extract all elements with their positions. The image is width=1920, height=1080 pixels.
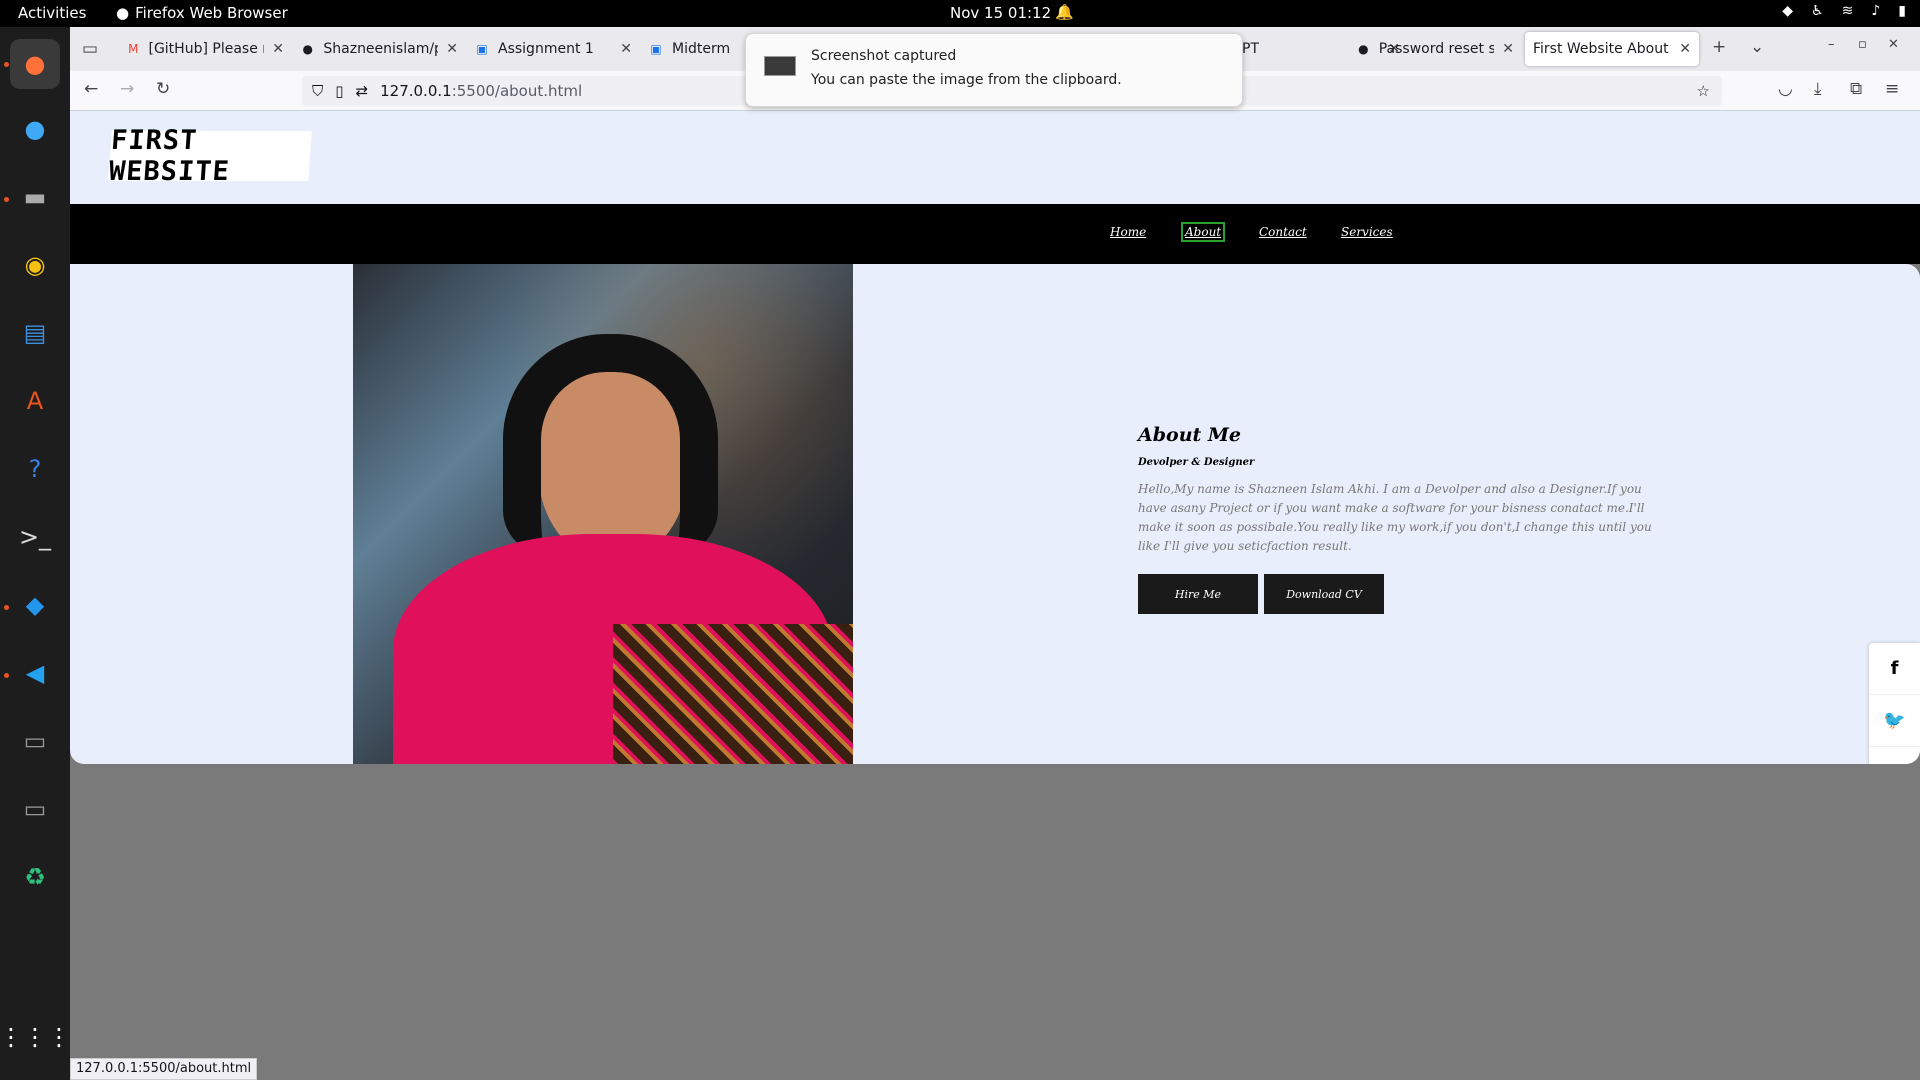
show-apps-icon[interactable]: ⋮⋮⋮: [0, 1012, 71, 1062]
classroom-icon: ▣: [476, 42, 488, 56]
nav-link-services[interactable]: Services: [1341, 225, 1393, 239]
close-icon[interactable]: ✕: [620, 41, 632, 57]
accessibility-icon[interactable]: ♿: [1811, 3, 1824, 19]
cta-buttons: Hire Me Download CV: [1138, 574, 1658, 614]
about-subheading: Devolper & Designer: [1138, 457, 1255, 468]
running-indicator: [4, 673, 9, 678]
tab-github-mail[interactable]: M [GitHub] Please re ✕: [118, 32, 292, 66]
github-icon: ●: [302, 42, 313, 56]
site-navigation: Home About Contact Services: [70, 204, 1920, 264]
window-close-icon[interactable]: ✕: [1888, 37, 1899, 52]
pocket-icon[interactable]: ◡: [1778, 79, 1793, 99]
about-heading: About Me: [1138, 424, 1242, 446]
activities-button[interactable]: Activities: [18, 4, 86, 22]
docker-tray-icon[interactable]: ◆: [1782, 3, 1793, 19]
system-tray[interactable]: ◆ ♿ ≋ ♪ ▮: [1782, 3, 1906, 19]
about-text: Hello,My name is Shazneen Islam Akhi. I …: [1138, 482, 1652, 553]
gmail-icon: M: [128, 42, 139, 56]
site-logo[interactable]: FIRST WEBSITE: [108, 125, 312, 187]
chevron-down-icon[interactable]: ⌄: [1750, 37, 1764, 57]
clock[interactable]: Nov 15 01:12: [950, 4, 1051, 22]
extensions-icon[interactable]: ⧉: [1850, 79, 1862, 99]
screenshot-notification[interactable]: Screenshot captured You can paste the im…: [745, 33, 1243, 107]
social-sidebar: f 🐦 ◎ ▶: [1869, 643, 1920, 764]
download-cv-button[interactable]: Download CV: [1264, 574, 1384, 614]
tab-midterm[interactable]: ▣ Midterm: [640, 32, 760, 66]
writer-icon[interactable]: ▤: [10, 308, 60, 358]
instagram-icon[interactable]: ◎: [1869, 747, 1920, 764]
app-center-icon[interactable]: A: [10, 376, 60, 426]
close-icon[interactable]: ✕: [272, 41, 284, 57]
battery-icon[interactable]: ▮: [1898, 3, 1906, 19]
screenshot-thumbnail: [764, 56, 796, 76]
url-path: :5500/about.html: [451, 82, 583, 100]
notification-bell-icon: 🔔: [1055, 3, 1074, 21]
running-indicator: [4, 62, 9, 67]
page-icon: ▯: [335, 82, 344, 100]
site-header: FIRST WEBSITE: [70, 111, 1920, 204]
rhythmbox-icon[interactable]: ◉: [10, 240, 60, 290]
files-icon[interactable]: ▬: [10, 172, 60, 222]
system-top-bar: Activities ● Firefox Web Browser Nov 15 …: [0, 0, 1920, 27]
tab-password-reset[interactable]: ● Password reset se ✕: [1348, 32, 1522, 66]
app-menu[interactable]: ● Firefox Web Browser: [116, 4, 288, 22]
about-section: About Me Devolper & Designer Hello,My na…: [70, 264, 1920, 764]
downloads-icon[interactable]: ⤓: [1814, 79, 1822, 99]
tab-list-icon[interactable]: ▭: [82, 39, 98, 59]
tab-assignment[interactable]: ▣ Assignment 1 ✕: [466, 32, 640, 66]
link-status-bar: 127.0.0.1:5500/about.html: [70, 1058, 258, 1080]
app-name: Firefox Web Browser: [135, 4, 288, 22]
close-icon[interactable]: ✕: [1502, 41, 1514, 57]
forward-icon[interactable]: →: [120, 79, 134, 99]
close-icon[interactable]: ✕: [1679, 41, 1691, 57]
shield-icon[interactable]: ⛉: [312, 82, 323, 100]
running-indicator: [4, 605, 9, 610]
facebook-icon[interactable]: f: [1869, 643, 1920, 695]
firefox-dock-icon[interactable]: ●: [10, 39, 60, 89]
notification-title: Screenshot captured: [811, 48, 957, 64]
tab-first-website-about[interactable]: First Website About ✕: [1525, 32, 1699, 66]
docker-icon[interactable]: ◆: [10, 580, 60, 630]
vscode-icon[interactable]: ◀: [10, 648, 60, 698]
web-page: FIRST WEBSITE Home About Contact Service…: [70, 111, 1920, 1080]
thunderbird-icon[interactable]: ●: [10, 104, 60, 154]
minimize-icon[interactable]: –: [1828, 37, 1835, 52]
about-content: About Me Devolper & Designer Hello,My na…: [1138, 424, 1658, 614]
nav-link-home[interactable]: Home: [1110, 225, 1146, 239]
nav-link-about[interactable]: About: [1181, 222, 1226, 242]
firefox-window: ▭ M [GitHub] Please re ✕ ● Shazneenislam…: [70, 27, 1920, 1080]
wifi-icon[interactable]: ≋: [1842, 3, 1854, 19]
bookmark-star-icon[interactable]: ☆: [1697, 82, 1710, 100]
permissions-icon[interactable]: ⇄: [356, 82, 369, 100]
trash-icon[interactable]: ♻: [10, 852, 60, 902]
tab-github-repo[interactable]: ● Shazneenislam/p ✕: [292, 32, 466, 66]
notification-body: You can paste the image from the clipboa…: [811, 72, 1122, 88]
classroom-icon: ▣: [650, 42, 662, 56]
profile-photo: [353, 264, 853, 764]
back-icon[interactable]: ←: [84, 79, 98, 99]
firefox-icon: ●: [116, 4, 130, 22]
running-indicator: [4, 197, 9, 202]
maximize-icon[interactable]: ▫: [1858, 37, 1867, 52]
dock: ● ● ▬ ◉ ▤ A ? >_ ◆ ◀ ▭ ▭ ♻ ⋮⋮⋮: [0, 27, 71, 1080]
ssd-drive-icon[interactable]: ▭: [10, 716, 60, 766]
twitter-icon[interactable]: 🐦: [1869, 695, 1920, 747]
close-icon[interactable]: ✕: [446, 41, 458, 57]
volume-icon[interactable]: ♪: [1871, 3, 1880, 19]
hire-me-button[interactable]: Hire Me: [1138, 574, 1258, 614]
menu-icon[interactable]: ≡: [1885, 79, 1899, 99]
terminal-icon[interactable]: >_: [10, 512, 60, 562]
ssd-drive-icon[interactable]: ▭: [10, 784, 60, 834]
help-icon[interactable]: ?: [10, 444, 60, 494]
github-icon: ●: [1358, 42, 1369, 56]
reload-icon[interactable]: ↻: [156, 79, 170, 99]
nav-link-contact[interactable]: Contact: [1259, 225, 1307, 239]
new-tab-icon[interactable]: +: [1712, 37, 1726, 57]
url-host: 127.0.0.1: [380, 82, 452, 100]
